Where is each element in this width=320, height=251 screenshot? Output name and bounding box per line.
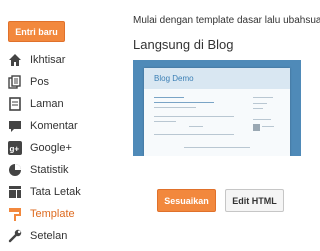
- sidebar-item-label: Template: [30, 208, 75, 220]
- sidebar-item-label: Statistik: [30, 164, 69, 176]
- sidebar-item-layout[interactable]: Tata Letak: [0, 181, 122, 203]
- preview-blog-title: Blog Demo: [154, 74, 194, 83]
- sidebar-item-template[interactable]: Template: [0, 203, 122, 225]
- sidebar-item-label: Setelan: [30, 230, 68, 242]
- template-icon: [8, 207, 22, 221]
- sidebar-item-label: Pos: [30, 76, 49, 88]
- preview-sidebar-line: [253, 97, 273, 98]
- customize-button[interactable]: Sesuaikan: [157, 189, 216, 212]
- preview-blog-header: Blog Demo: [144, 68, 290, 89]
- preview-text-line: [154, 121, 176, 122]
- svg-text:g+: g+: [10, 145, 20, 154]
- sidebar-item-label: Ikhtisar: [30, 54, 66, 66]
- live-blog-preview[interactable]: Blog Demo: [133, 60, 301, 156]
- sidebar-item-settings[interactable]: Setelan: [0, 225, 122, 247]
- main-content: Mulai dengan template dasar lalu ubahsua…: [133, 0, 320, 251]
- settings-icon: [8, 229, 22, 243]
- preview-divider-line: [154, 116, 234, 117]
- stats-icon: [8, 163, 22, 177]
- sidebar-item-overview[interactable]: Ikhtisar: [0, 49, 122, 71]
- preview-sidebar-line: [253, 103, 267, 104]
- new-post-button[interactable]: Entri baru: [8, 21, 65, 42]
- preview-sidebar-line: [262, 126, 274, 127]
- comment-icon: [8, 119, 22, 133]
- sidebar-item-label: Google+: [30, 142, 72, 154]
- preview-page: Blog Demo: [144, 68, 290, 156]
- preview-sidebar-line: [253, 119, 271, 120]
- preview-text-line: [189, 126, 203, 127]
- preview-footer-line: [184, 147, 250, 148]
- posts-icon: [8, 75, 22, 89]
- edit-html-button[interactable]: Edit HTML: [225, 189, 284, 212]
- sidebar-item-posts[interactable]: Pos: [0, 71, 122, 93]
- sidebar-item-label: Tata Letak: [30, 186, 81, 198]
- preview-divider-line: [154, 134, 234, 135]
- preview-post-title-line: [154, 102, 214, 103]
- sidebar-item-google-plus[interactable]: g+ Google+: [0, 137, 122, 159]
- preview-avatar: [253, 124, 260, 131]
- preview-text-line: [154, 107, 196, 108]
- section-title: Langsung di Blog: [133, 37, 234, 52]
- preview-sidebar-line: [253, 108, 263, 109]
- sidebar-item-pages[interactable]: Laman: [0, 93, 122, 115]
- sidebar-item-label: Komentar: [30, 120, 78, 132]
- layout-icon: [8, 185, 22, 199]
- home-icon: [8, 53, 22, 67]
- pages-icon: [8, 97, 22, 111]
- intro-text: Mulai dengan template dasar lalu ubahsua…: [133, 15, 320, 26]
- sidebar-item-label: Laman: [30, 98, 64, 110]
- sidebar: Entri baru Ikhtisar Pos Laman Komentar g…: [0, 0, 122, 251]
- google-plus-icon: g+: [8, 141, 22, 155]
- sidebar-item-comments[interactable]: Komentar: [0, 115, 122, 137]
- sidebar-item-stats[interactable]: Statistik: [0, 159, 122, 181]
- preview-date-line: [154, 97, 184, 98]
